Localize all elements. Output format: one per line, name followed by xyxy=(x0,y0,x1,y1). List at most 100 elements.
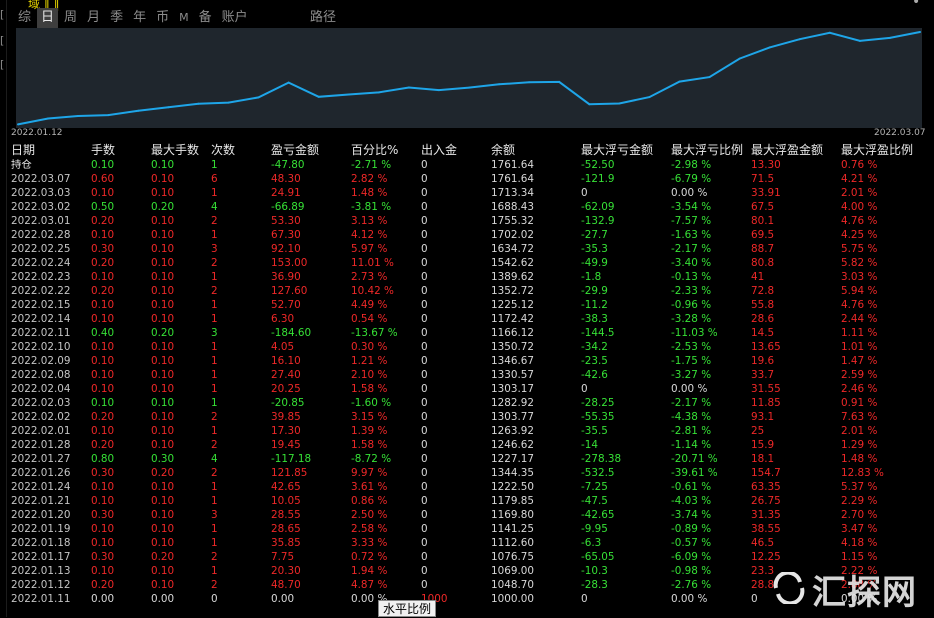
balance-point xyxy=(798,38,801,41)
table-row[interactable]: 2022.01.26 0.30 0.20 2 121.85 9.97 % 0 1344.35 -… xyxy=(0,466,934,480)
tab-m[interactable]: M xyxy=(175,8,193,28)
cell-percent: 2.73 % xyxy=(351,271,388,283)
cell-max-lots: 0.10 xyxy=(151,243,175,255)
cell-count: 1 xyxy=(211,341,218,353)
table-row[interactable]: 2022.02.09 0.10 0.10 1 16.10 1.21 % 0 1346.67 -2… xyxy=(0,354,934,368)
header-percent[interactable]: 百分比% xyxy=(351,143,398,158)
cell-balance: 1350.72 xyxy=(491,341,534,353)
balance-point xyxy=(407,86,410,89)
table-row[interactable]: 2022.02.01 0.10 0.10 1 17.30 1.39 % 0 1263.92 -3… xyxy=(0,424,934,438)
cell-pnl: 153.00 xyxy=(271,257,308,269)
cell-pnl: 4.05 xyxy=(271,341,295,353)
tab-path[interactable]: 路径 xyxy=(310,9,336,27)
cell-pnl: 6.30 xyxy=(271,313,295,325)
table-row[interactable]: 2022.03.07 0.60 0.10 6 48.30 2.82 % 0 1761.64 -1… xyxy=(0,172,934,186)
tab-currency[interactable]: 币 xyxy=(152,8,173,28)
tab-quarter[interactable]: 季 xyxy=(106,8,127,28)
cell-count: 1 xyxy=(211,523,218,535)
table-row[interactable]: 2022.02.08 0.10 0.10 1 27.40 2.10 % 0 1330.57 -4… xyxy=(0,368,934,382)
cell-count: 2 xyxy=(211,467,218,479)
header-max-float-gain[interactable]: 最大浮盈金额 xyxy=(751,143,823,158)
cell-balance: 1713.34 xyxy=(491,187,534,199)
tab-day[interactable]: 日 xyxy=(37,8,59,28)
table-row[interactable]: 2022.02.02 0.20 0.10 2 39.85 3.15 % 0 1303.77 -5… xyxy=(0,410,934,424)
cell-max-float-gain-pct: 0.91 % xyxy=(841,397,878,409)
cell-balance: 1141.25 xyxy=(491,523,534,535)
cell-lots: 0.10 xyxy=(91,425,115,437)
table-row[interactable]: 2022.02.23 0.10 0.10 1 36.90 2.73 % 0 1389.62 -1… xyxy=(0,270,934,284)
header-pnl[interactable]: 盈亏金额 xyxy=(271,143,319,158)
cell-balance: 1344.35 xyxy=(491,467,534,479)
tab-month[interactable]: 月 xyxy=(83,8,104,28)
tab-week[interactable]: 周 xyxy=(60,8,81,28)
header-max-float-loss[interactable]: 最大浮亏金额 xyxy=(581,143,653,158)
cell-lots: 0.10 xyxy=(91,481,115,493)
header-date[interactable]: 日期 xyxy=(11,143,35,158)
cell-max-float-loss-pct: -0.98 % xyxy=(671,565,712,577)
table-row[interactable]: 2022.01.20 0.30 0.10 3 28.55 2.50 % 0 1169.80 -4… xyxy=(0,508,934,522)
header-count[interactable]: 次数 xyxy=(211,143,235,158)
cell-balance: 1303.17 xyxy=(491,383,534,395)
cell-max-lots: 0.10 xyxy=(151,187,175,199)
table-row[interactable]: 2022.01.21 0.10 0.10 1 10.05 0.86 % 0 1179.85 -4… xyxy=(0,494,934,508)
cell-max-float-gain-pct: 4.76 % xyxy=(841,215,878,227)
tab-notes[interactable]: 备 xyxy=(195,8,216,28)
header-max-float-loss-pct[interactable]: 最大浮亏比例 xyxy=(671,143,743,158)
header-lots[interactable]: 手数 xyxy=(91,143,115,158)
table-row[interactable]: 2022.02.15 0.10 0.10 1 52.70 4.49 % 0 1225.12 -1… xyxy=(0,298,934,312)
table-row[interactable]: 2022.02.11 0.40 0.20 3 -184.60 -13.67 % 0 1166.… xyxy=(0,326,934,340)
cell-balance: 1048.70 xyxy=(491,579,534,591)
table-row[interactable]: 2022.01.28 0.20 0.10 2 19.45 1.58 % 0 1246.62 -1… xyxy=(0,438,934,452)
cell-percent: 1.39 % xyxy=(351,425,388,437)
table-row[interactable]: 2022.01.17 0.30 0.20 2 7.75 0.72 % 0 1076.75 -65… xyxy=(0,550,934,564)
position-row[interactable]: 持仓 0.10 0.10 1 -47.80 -2.71 % 0 1761.64 … xyxy=(0,158,934,172)
header-max-float-gain-pct[interactable]: 最大浮盈比例 xyxy=(841,143,913,158)
table-row[interactable]: 2022.02.10 0.10 0.10 1 4.05 0.30 % 0 1350.72 -34… xyxy=(0,340,934,354)
header-balance[interactable]: 余额 xyxy=(491,143,515,158)
table-row[interactable]: 2022.02.04 0.10 0.10 1 20.25 1.58 % 0 1303.17 0 0… xyxy=(0,382,934,396)
header-max-lots[interactable]: 最大手数 xyxy=(151,143,199,158)
table-row[interactable]: 2022.03.01 0.20 0.10 2 53.30 3.13 % 0 1755.32 -1… xyxy=(0,214,934,228)
cell-lots: 0.10 xyxy=(91,187,115,199)
cell-max-float-gain-pct: 5.82 % xyxy=(841,257,878,269)
tab-year[interactable]: 年 xyxy=(129,8,150,28)
cell-balance: 1761.64 xyxy=(491,159,534,171)
cell-max-float-gain: 14.5 xyxy=(751,327,775,339)
tab-summary[interactable]: 综 xyxy=(14,8,35,28)
table-row[interactable]: 2022.01.18 0.10 0.10 1 35.85 3.33 % 0 1112.60 -6… xyxy=(0,536,934,550)
cell-max-float-loss: -10.3 xyxy=(581,565,608,577)
table-row[interactable]: 2022.02.24 0.20 0.10 2 153.00 11.01 % 0 1542.62… xyxy=(0,256,934,270)
table-row[interactable]: 2022.01.19 0.10 0.10 1 28.65 2.58 % 0 1141.25 -9… xyxy=(0,522,934,536)
cell-date: 2022.02.25 xyxy=(11,243,71,255)
cell-deposit-withdraw: 0 xyxy=(421,243,428,255)
header-deposit-withdraw[interactable]: 出入金 xyxy=(421,143,457,158)
table-row[interactable]: 2022.03.02 0.50 0.20 4 -66.89 -3.81 % 0 1688.43… xyxy=(0,200,934,214)
cell-date: 2022.02.03 xyxy=(11,397,71,409)
balance-point xyxy=(197,102,200,105)
cell-lots: 0.30 xyxy=(91,551,115,563)
tab-account[interactable]: 账户 xyxy=(218,8,252,28)
table-row[interactable]: 2022.03.03 0.10 0.10 1 24.91 1.48 % 0 1713.34 0 0… xyxy=(0,186,934,200)
table-row[interactable]: 2022.01.24 0.10 0.10 1 42.65 3.61 % 0 1222.50 -7… xyxy=(0,480,934,494)
cell-deposit-withdraw: 0 xyxy=(421,187,428,199)
cell-count: 0 xyxy=(211,593,218,605)
edge-glyph: [ xyxy=(0,34,5,47)
cell-pnl: 17.30 xyxy=(271,425,301,437)
table-row[interactable]: 2022.02.25 0.30 0.10 3 92.10 5.97 % 0 1634.72 -3… xyxy=(0,242,934,256)
cell-percent: 1.58 % xyxy=(351,439,388,451)
cell-balance: 1263.92 xyxy=(491,425,534,437)
table-row[interactable]: 2022.02.03 0.10 0.10 1 -20.85 -1.60 % 0 1282.92… xyxy=(0,396,934,410)
cell-max-float-gain-pct: 2.59 % xyxy=(841,369,878,381)
cell-max-float-gain-pct: 1.15 % xyxy=(841,551,878,563)
cell-deposit-withdraw: 0 xyxy=(421,509,428,521)
cell-pnl: 53.30 xyxy=(271,215,301,227)
cell-max-float-gain-pct: 1.11 % xyxy=(841,327,878,339)
cell-max-float-gain: 26.75 xyxy=(751,495,781,507)
table-row[interactable]: 2022.02.22 0.20 0.10 2 127.60 10.42 % 0 1352.72… xyxy=(0,284,934,298)
balance-point xyxy=(257,96,260,99)
table-row[interactable]: 2022.02.14 0.10 0.10 1 6.30 0.54 % 0 1172.42 -38… xyxy=(0,312,934,326)
cell-max-float-gain-pct: 5.94 % xyxy=(841,285,878,297)
table-row[interactable]: 2022.02.28 0.10 0.10 1 67.30 4.12 % 0 1702.02 -2… xyxy=(0,228,934,242)
table-row[interactable]: 2022.01.27 0.80 0.30 4 -117.18 -8.72 % 0 1227.1… xyxy=(0,452,934,466)
cell-percent: 2.50 % xyxy=(351,509,388,521)
